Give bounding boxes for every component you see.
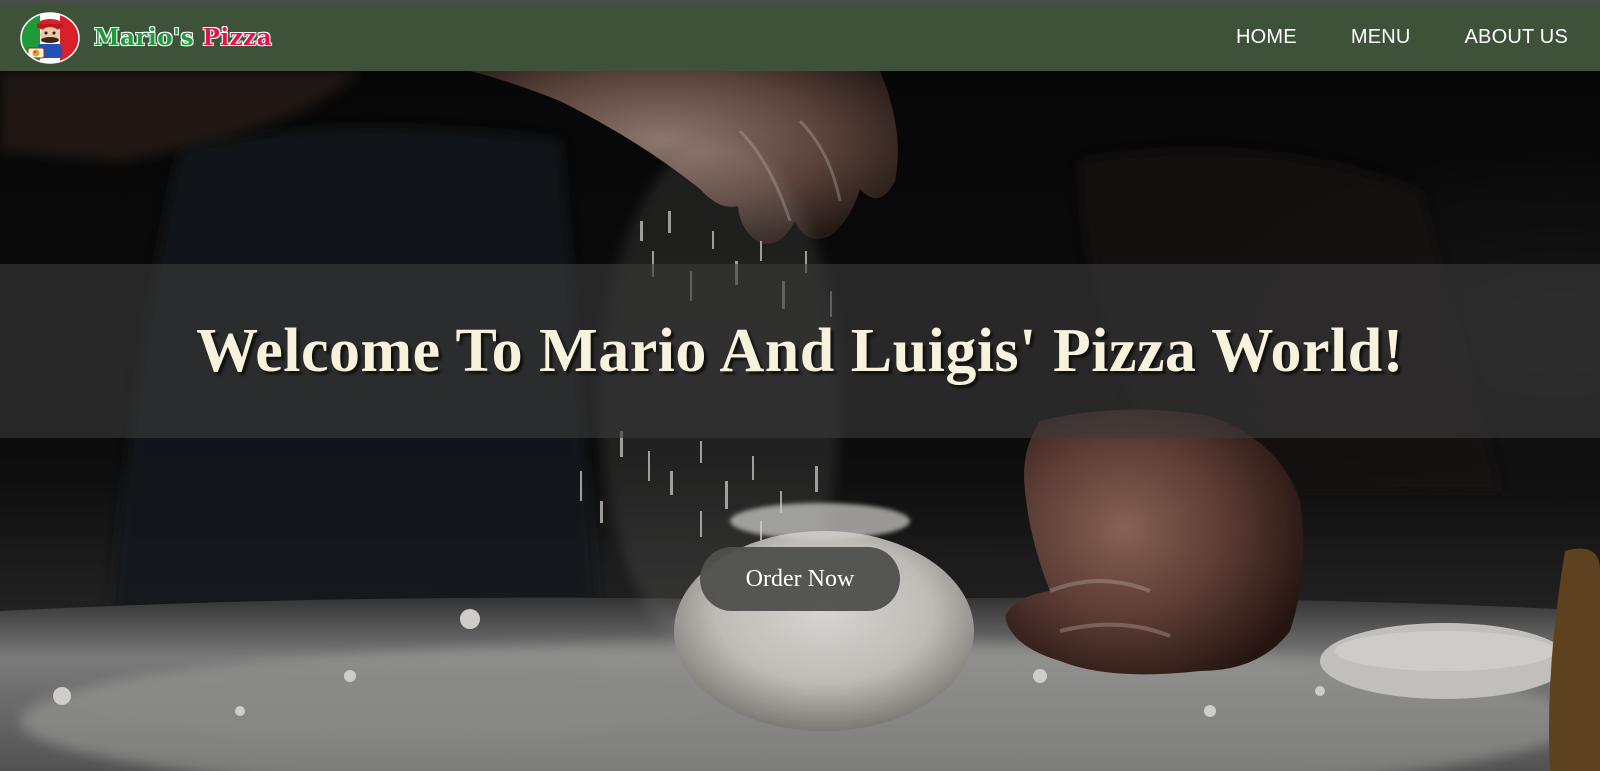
- hero-section: Welcome To Mario And Luigis' Pizza World…: [0, 71, 1600, 771]
- welcome-banner: Welcome To Mario And Luigis' Pizza World…: [0, 264, 1600, 438]
- nav-about-us[interactable]: ABOUT US: [1465, 26, 1568, 49]
- navbar: Mario's Pizza HOME MENU ABOUT US: [0, 4, 1600, 71]
- page: Mario's Pizza HOME MENU ABOUT US Welcome…: [0, 0, 1600, 771]
- main-nav: HOME MENU ABOUT US: [1182, 26, 1568, 49]
- hero-title: Welcome To Mario And Luigis' Pizza World…: [196, 316, 1404, 385]
- brand-link[interactable]: Mario's Pizza: [20, 11, 273, 64]
- brand-name-pizza: Pizza: [202, 24, 273, 52]
- mario-pizza-logo-icon: [20, 11, 80, 64]
- nav-home[interactable]: HOME: [1236, 26, 1297, 49]
- brand-name-mario: Mario's: [93, 24, 195, 52]
- brand-name: Mario's Pizza: [93, 24, 273, 52]
- order-now-button[interactable]: Order Now: [700, 547, 900, 611]
- nav-menu[interactable]: MENU: [1351, 26, 1411, 49]
